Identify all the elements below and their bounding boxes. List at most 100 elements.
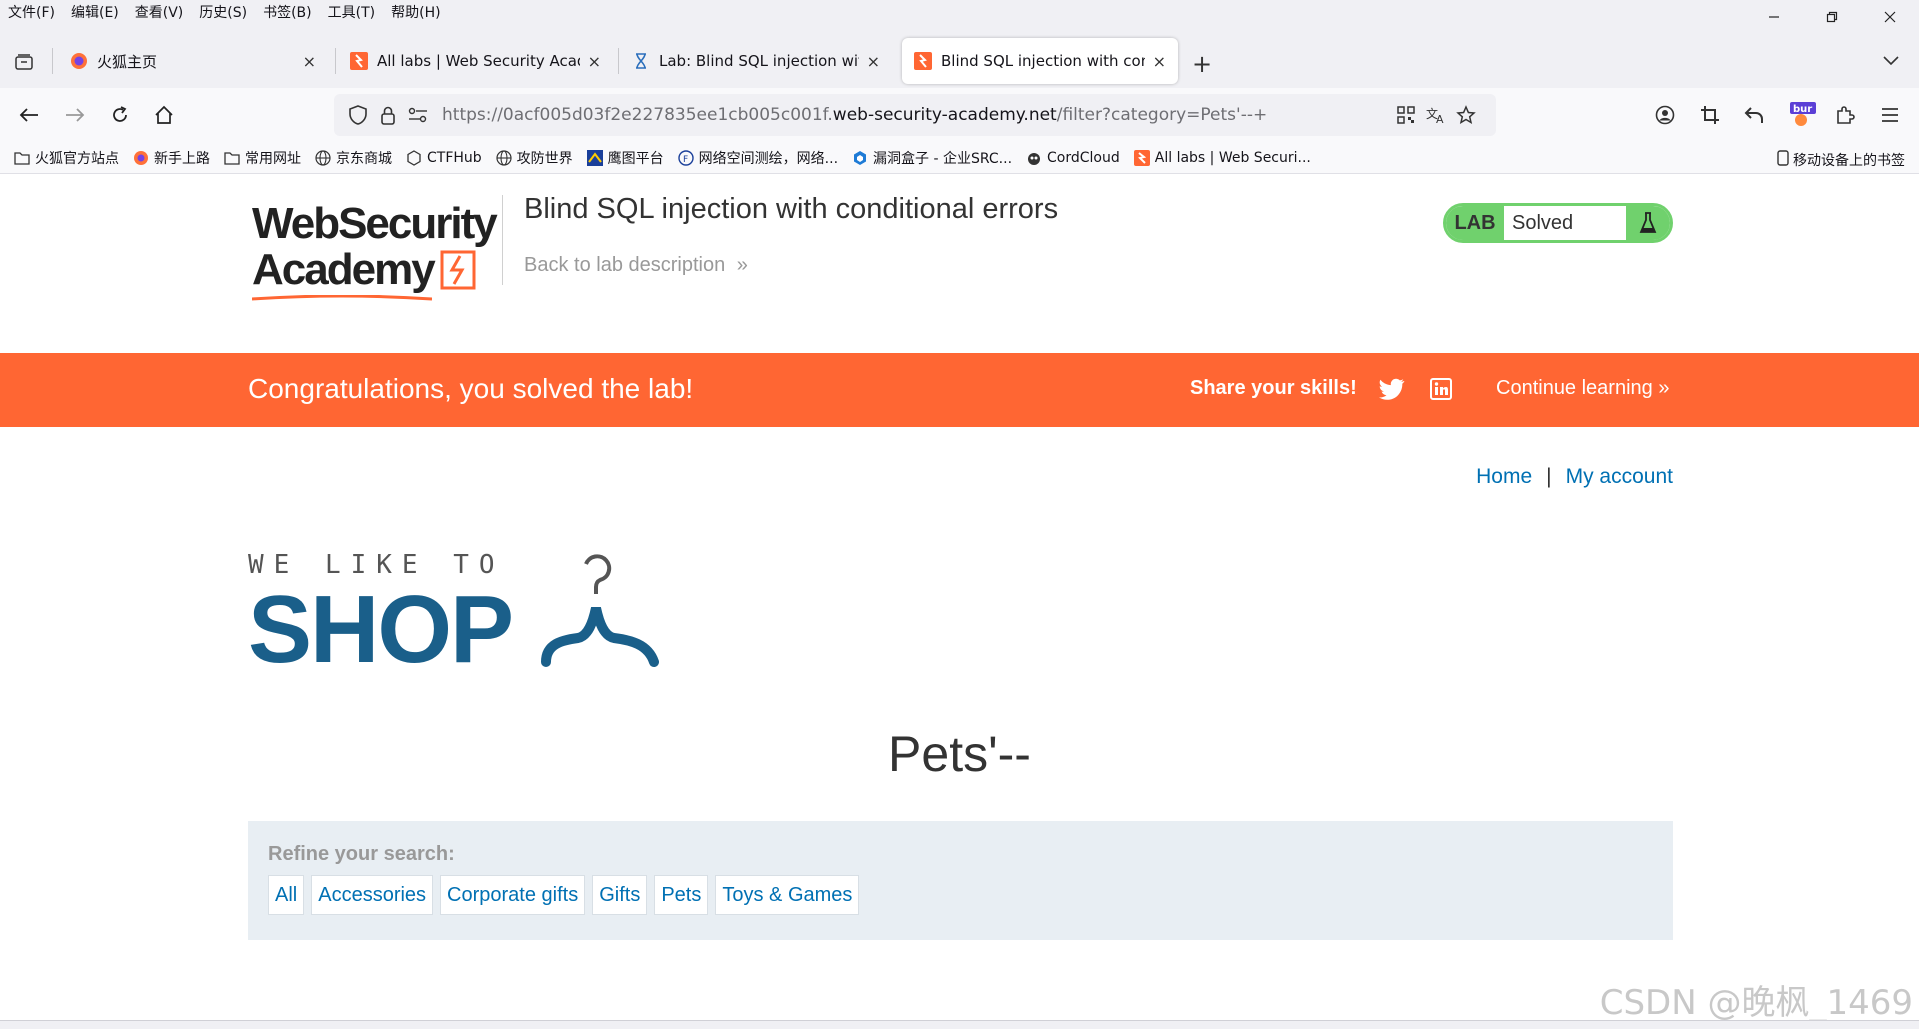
tab-close-button[interactable]: × [303,52,316,71]
chevron-down-icon [1883,56,1899,66]
menu-file[interactable]: 文件(F) [0,0,63,26]
bookmarks-toolbar: 火狐官方站点 新手上路 常用网址 京东商城 CTFHub 攻防世界 鹰图平台 F… [0,142,1919,174]
refine-search-panel: Refine your search: All Accessories Corp… [248,821,1673,940]
burp-extension-button[interactable]: bur [1788,100,1818,130]
tab-bar: 火狐主页 × All labs | Web Security Academy ×… [0,26,1919,88]
nav-separator: | [1546,465,1552,488]
home-link[interactable]: Home [1476,465,1532,489]
menu-tools[interactable]: 工具(T) [320,0,383,26]
menu-edit[interactable]: 编辑(E) [63,0,127,26]
logo-line1: WebSecurity [252,199,498,248]
menu-bar: 文件(F) 编辑(E) 查看(V) 历史(S) 书签(B) 工具(T) 帮助(H… [0,0,1919,26]
account-button[interactable] [1650,100,1680,130]
menu-bookmarks[interactable]: 书签(B) [255,0,320,26]
tab-lab-description[interactable]: Lab: Blind SQL injection with conditiona… [620,38,892,84]
site-nav: Home | My account [1476,465,1673,489]
tab-close-button[interactable]: × [867,52,880,71]
bookmark-item[interactable]: 京东商城 [315,148,392,168]
bookmark-item[interactable]: All labs | Web Securi... [1133,149,1311,166]
csdn-watermark: CSDN @晚枫_1469 [1599,983,1913,1023]
forward-button[interactable] [60,100,90,130]
filter-all[interactable]: All [268,875,305,915]
folder-icon [224,150,240,166]
tab-title: 火狐主页 [97,52,158,71]
permissions-icon[interactable] [406,103,430,127]
ctfhub-icon [406,149,422,166]
lab-status-badge: LAB Solved [1443,203,1673,243]
filter-corporate-gifts[interactable]: Corporate gifts [440,875,586,915]
arrow-right-icon [66,108,85,122]
home-icon [155,105,173,124]
menu-history[interactable]: 历史(S) [191,0,255,26]
filter-gifts[interactable]: Gifts [592,875,648,915]
bookmark-item[interactable]: 鹰图平台 [586,148,664,168]
bookmark-item[interactable]: 攻防世界 [496,148,573,168]
web-security-academy-logo[interactable]: WebSecurity Academy [252,201,502,301]
continue-learning-link[interactable]: Continue learning » [1496,377,1669,400]
mobile-device-icon [1777,150,1789,170]
menu-help[interactable]: 帮助(H) [383,0,448,26]
linkedin-share-button[interactable] [1427,375,1455,403]
app-menu-button[interactable] [1875,100,1905,130]
bookmark-label: 网络空间测绘，网络... [698,150,839,167]
home-button[interactable] [149,100,179,130]
mobile-bookmarks[interactable]: 移动设备上的书签 [1777,150,1905,170]
tab-all-labs[interactable]: All labs | Web Security Academy × [338,38,613,84]
bookmark-item[interactable]: 新手上路 [133,148,210,168]
reload-button[interactable] [105,100,135,130]
lab-title: Blind SQL injection with conditional err… [524,193,1059,225]
list-all-tabs-button[interactable] [1883,50,1899,71]
tab-close-button[interactable]: × [1153,52,1166,71]
extensions-button[interactable] [1830,100,1860,130]
logo-underline [252,295,432,301]
bookmark-star-icon[interactable] [1454,103,1478,127]
new-tab-button[interactable]: + [1192,50,1212,78]
arrow-left-icon [19,108,38,122]
bookmark-item[interactable]: 漏洞盒子 - 企业SRC... [852,148,1012,168]
url-prefix: https://0acf005d03f2e227835ee1cb005c001f… [442,105,833,125]
congratulations-banner: Congratulations, you solved the lab! Sha… [0,353,1919,427]
lock-icon[interactable] [376,103,400,127]
qr-code-icon[interactable] [1394,103,1418,127]
undo-button[interactable] [1739,100,1769,130]
back-to-lab-description-link[interactable]: Back to lab description » [524,254,748,277]
url-text: https://0acf005d03f2e227835ee1cb005c001f… [442,105,1267,125]
my-account-link[interactable]: My account [1566,465,1673,489]
filter-pets[interactable]: Pets [654,875,709,915]
logo-line2: Academy [252,245,436,294]
bookmark-item[interactable]: 常用网址 [224,148,301,168]
restore-icon [1826,11,1838,23]
globe-icon [496,149,512,166]
tab-separator [335,48,336,74]
translate-icon[interactable]: 文A [1424,103,1448,127]
menu-view[interactable]: 查看(V) [127,0,192,26]
screenshot-button[interactable] [1695,100,1725,130]
hanger-icon [541,554,659,667]
filter-toys-games[interactable]: Toys & Games [715,875,860,915]
filter-accessories[interactable]: Accessories [311,875,434,915]
bookmark-item[interactable]: CordCloud [1026,150,1120,166]
bookmark-item[interactable]: F 网络空间测绘，网络... [677,148,839,168]
bookmark-label: 攻防世界 [516,150,573,167]
tab-list-button[interactable] [8,46,40,78]
portswigger-icon [914,52,932,70]
tab-separator [618,48,619,74]
flask-icon [1626,206,1670,240]
twitter-share-button[interactable] [1378,375,1406,403]
page-content: WebSecurity Academy Blind SQL injection … [0,175,1919,1023]
back-button[interactable] [14,100,44,130]
tab-firefox-home[interactable]: 火狐主页 × [58,38,328,84]
minimize-icon [1769,16,1779,18]
url-bar[interactable]: https://0acf005d03f2e227835ee1cb005c001f… [334,94,1496,136]
bookmark-item[interactable]: CTFHub [406,150,482,166]
tab-lab-active[interactable]: Blind SQL injection with conditional err… [902,38,1178,84]
lab-label: LAB [1446,206,1504,240]
bookmark-item[interactable]: 火狐官方站点 [14,148,119,168]
double-chevron-right-icon: » [1658,377,1670,399]
tab-close-button[interactable]: × [588,52,601,71]
url-path: /filter?category=Pets'--+ [1056,105,1268,125]
shield-icon[interactable] [346,103,370,127]
category-title: Pets'-- [888,726,1031,782]
crop-icon [1701,106,1719,124]
puzzle-icon [1837,106,1855,124]
